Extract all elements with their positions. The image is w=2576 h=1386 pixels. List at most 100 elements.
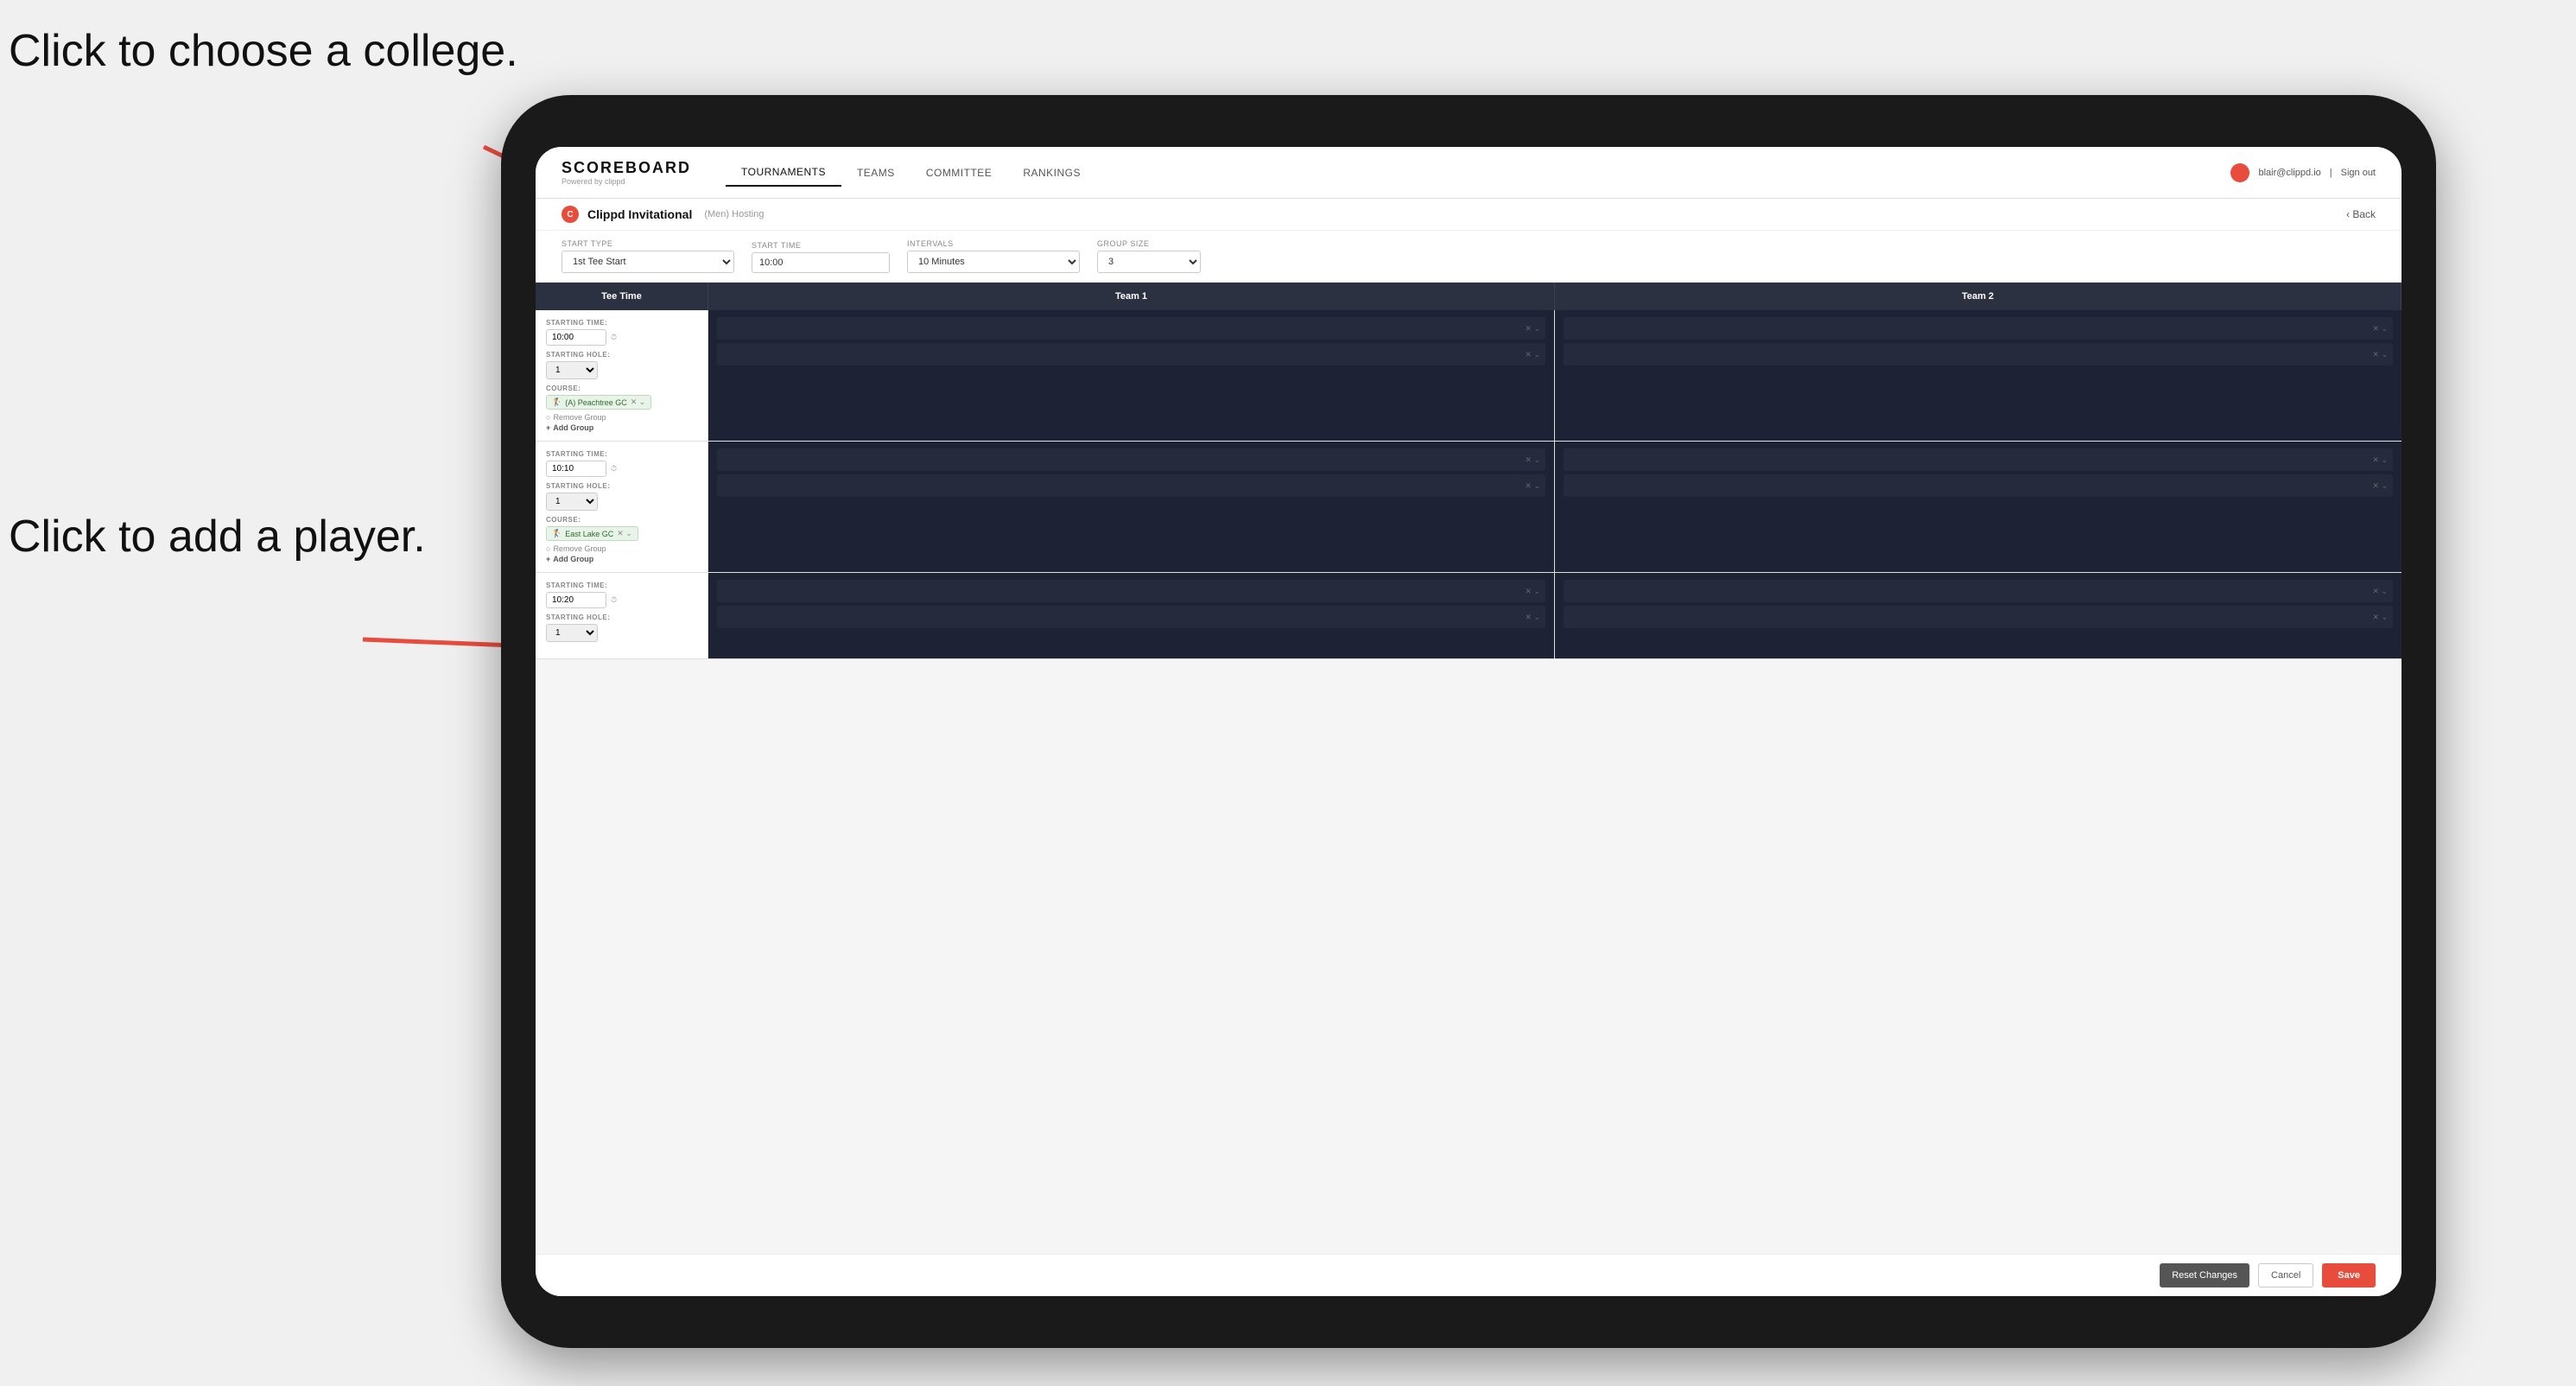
player-slot-5-1[interactable]: ✕ ⌄ <box>717 580 1545 602</box>
remove-group-btn-1[interactable]: ○ Remove Group <box>546 413 697 422</box>
expand-icon-2-1: ✕ ⌄ <box>2372 324 2388 334</box>
tee-left-1: STARTING TIME: ⏱ STARTING HOLE: 1 COURSE… <box>536 310 708 441</box>
expand-icon-1-2: ✕ ⌄ <box>1525 350 1540 359</box>
reset-button[interactable]: Reset Changes <box>2160 1263 2249 1287</box>
start-time-label: Start Time <box>752 241 890 250</box>
intervals-group: Intervals 10 Minutes <box>907 239 1080 273</box>
course-name-2: East Lake GC <box>565 530 613 538</box>
intervals-label: Intervals <box>907 239 1080 248</box>
start-type-group: Start Type 1st Tee Start <box>562 239 734 273</box>
user-email: blair@clippd.io <box>2258 168 2320 178</box>
nav-rankings[interactable]: RANKINGS <box>1007 160 1096 186</box>
starting-hole-row-3: 1 <box>546 624 697 642</box>
team1-3: ✕ ⌄ ✕ ⌄ <box>708 573 1555 658</box>
expand-icon-1-1: ✕ ⌄ <box>1525 324 1540 334</box>
player-slot-4-1[interactable]: ✕ ⌄ <box>1564 448 2393 471</box>
nav-committee[interactable]: COMMITTEE <box>910 160 1008 186</box>
add-group-btn-1[interactable]: + Add Group <box>546 423 697 432</box>
nav-separator: | <box>2330 168 2332 178</box>
starting-time-input-3[interactable] <box>546 592 606 608</box>
clippd-logo: C <box>562 206 579 223</box>
annotation-choose-college: Click to choose a college. <box>9 24 518 78</box>
back-button[interactable]: ‹ Back <box>2346 208 2376 220</box>
add-group-btn-2[interactable]: + Add Group <box>546 555 697 563</box>
tournament-meta: (Men) Hosting <box>704 209 764 219</box>
group-size-select[interactable]: 3 <box>1097 251 1201 273</box>
remove-group-icon-2: ○ <box>546 544 550 553</box>
nav-links: TOURNAMENTS TEAMS COMMITTEE RANKINGS <box>726 159 2230 187</box>
player-slot-5-2[interactable]: ✕ ⌄ <box>717 606 1545 628</box>
player-slot-3-1[interactable]: ✕ ⌄ <box>717 448 1545 471</box>
team1-2: ✕ ⌄ ✕ ⌄ <box>708 442 1555 572</box>
nav-teams[interactable]: TEAMS <box>841 160 910 186</box>
th-tee-time: Tee Time <box>536 283 708 310</box>
remove-group-btn-2[interactable]: ○ Remove Group <box>546 544 697 553</box>
intervals-select[interactable]: 10 Minutes <box>907 251 1080 273</box>
start-type-select[interactable]: 1st Tee Start <box>562 251 734 273</box>
remove-group-icon-1: ○ <box>546 413 550 422</box>
form-controls: Start Type 1st Tee Start Start Time Inte… <box>536 231 2402 283</box>
course-label-1: COURSE: <box>546 385 697 392</box>
tee-row: STARTING TIME: ⏱ STARTING HOLE: 1 COURSE… <box>536 310 2402 442</box>
starting-time-input-2[interactable] <box>546 461 606 477</box>
player-slot-2-2[interactable]: ✕ ⌄ <box>1564 343 2393 366</box>
starting-time-input-1[interactable] <box>546 329 606 346</box>
starting-hole-select-2[interactable]: 1 <box>546 493 598 511</box>
sub-header: C Clippd Invitational (Men) Hosting ‹ Ba… <box>536 199 2402 231</box>
tee-row-3: STARTING TIME: ⏱ STARTING HOLE: 1 ✕ ⌄ <box>536 573 2402 659</box>
player-slot-3-2[interactable]: ✕ ⌄ <box>717 474 1545 497</box>
starting-time-label-2: STARTING TIME: <box>546 450 697 458</box>
course-tag-1[interactable]: 🏌 (A) Peachtree GC ✕ ⌄ <box>546 395 651 410</box>
starting-hole-row-1: 1 <box>546 361 697 379</box>
tee-left-3: STARTING TIME: ⏱ STARTING HOLE: 1 <box>536 573 708 658</box>
course-remove-2[interactable]: ✕ ⌄ <box>617 529 632 538</box>
table-header: Tee Time Team 1 Team 2 <box>536 283 2402 310</box>
team2-1: ✕ ⌄ ✕ ⌄ <box>1555 310 2402 441</box>
footer-bar: Reset Changes Cancel Save <box>536 1254 2402 1296</box>
starting-time-row-3: ⏱ <box>546 592 697 608</box>
course-label-2: COURSE: <box>546 516 697 524</box>
starting-hole-select-3[interactable]: 1 <box>546 624 598 642</box>
course-remove-1[interactable]: ✕ ⌄ <box>631 397 646 407</box>
expand-icon-2-2: ✕ ⌄ <box>2372 350 2388 359</box>
add-group-icon-2: + <box>546 555 550 563</box>
clock-icon-3: ⏱ <box>611 595 617 605</box>
start-time-input[interactable] <box>752 252 890 273</box>
expand-icon-6-1: ✕ ⌄ <box>2372 587 2388 596</box>
starting-hole-row-2: 1 <box>546 493 697 511</box>
cancel-button[interactable]: Cancel <box>2258 1263 2313 1287</box>
player-slot-1-2[interactable]: ✕ ⌄ <box>717 343 1545 366</box>
start-type-label: Start Type <box>562 239 734 248</box>
player-slot-6-2[interactable]: ✕ ⌄ <box>1564 606 2393 628</box>
starting-time-label-3: STARTING TIME: <box>546 582 697 589</box>
annotation-add-player: Click to add a player. <box>9 510 426 563</box>
course-tag-2[interactable]: 🏌 East Lake GC ✕ ⌄ <box>546 526 638 541</box>
save-button[interactable]: Save <box>2322 1263 2376 1287</box>
course-tag-letter-1: 🏌 <box>552 397 562 407</box>
group-size-label: Group Size <box>1097 239 1201 248</box>
team2-3: ✕ ⌄ ✕ ⌄ <box>1555 573 2402 658</box>
tee-row-2: STARTING TIME: ⏱ STARTING HOLE: 1 COURSE… <box>536 442 2402 573</box>
group-size-group: Group Size 3 <box>1097 239 1201 273</box>
nav-tournaments[interactable]: TOURNAMENTS <box>726 159 841 187</box>
brand-name: SCOREBOARD <box>562 159 691 177</box>
expand-icon-3-1: ✕ ⌄ <box>1525 455 1540 465</box>
add-group-icon-1: + <box>546 423 550 432</box>
player-slot-1-1[interactable]: ✕ ⌄ <box>717 317 1545 340</box>
tablet-screen: SCOREBOARD Powered by clippd TOURNAMENTS… <box>536 147 2402 1296</box>
sign-out-link[interactable]: Sign out <box>2341 168 2376 178</box>
expand-icon-4-2: ✕ ⌄ <box>2372 481 2388 491</box>
player-slot-4-2[interactable]: ✕ ⌄ <box>1564 474 2393 497</box>
start-time-group: Start Time <box>752 241 890 273</box>
player-slot-2-1[interactable]: ✕ ⌄ <box>1564 317 2393 340</box>
user-avatar <box>2230 163 2249 182</box>
starting-time-row-1: ⏱ <box>546 329 697 346</box>
brand: SCOREBOARD Powered by clippd <box>562 159 691 186</box>
expand-icon-4-1: ✕ ⌄ <box>2372 455 2388 465</box>
nav-right: blair@clippd.io | Sign out <box>2230 163 2376 182</box>
player-slot-6-1[interactable]: ✕ ⌄ <box>1564 580 2393 602</box>
starting-hole-label-2: STARTING HOLE: <box>546 482 697 490</box>
tablet-frame: SCOREBOARD Powered by clippd TOURNAMENTS… <box>501 95 2436 1348</box>
starting-hole-select-1[interactable]: 1 <box>546 361 598 379</box>
expand-icon-3-2: ✕ ⌄ <box>1525 481 1540 491</box>
